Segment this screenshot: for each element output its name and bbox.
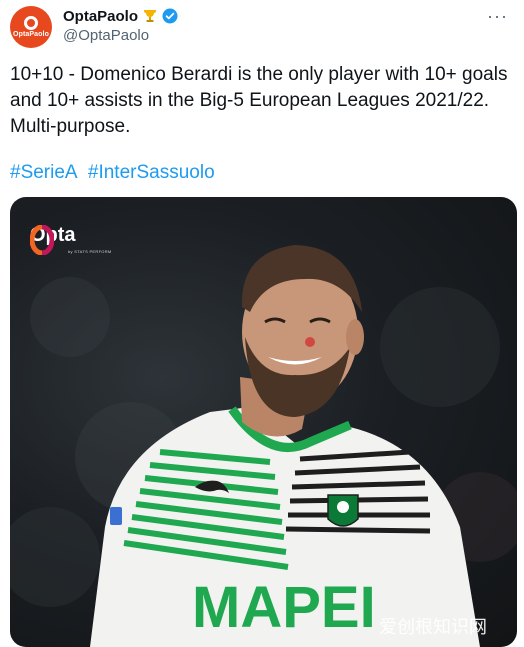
hashtags: #SerieA #InterSassuolo: [10, 160, 220, 186]
player-photo: MAPEI: [10, 245, 517, 647]
verified-badge-icon: [162, 8, 178, 24]
opta-logo: Opta: [30, 225, 76, 255]
opta-logo-icon: [30, 225, 54, 255]
display-name[interactable]: OptaPaolo: [63, 8, 138, 25]
name-row: OptaPaolo: [63, 7, 178, 25]
tweet-header: OptaPaolo OptaPaolo @OptaPaolo ···: [10, 4, 514, 48]
trophy-icon: [144, 10, 157, 22]
tweet-text: 10+10 - Domenico Berardi is the only pla…: [10, 64, 508, 137]
hashtag-serie-a[interactable]: #SerieA: [10, 162, 78, 183]
author-names: OptaPaolo @OptaPaolo: [63, 7, 178, 44]
avatar-label: OptaPaolo: [13, 31, 49, 38]
handle[interactable]: @OptaPaolo: [63, 27, 178, 44]
hashtag-inter-sassuolo[interactable]: #InterSassuolo: [88, 162, 215, 183]
avatar[interactable]: OptaPaolo: [10, 6, 52, 48]
tweet-media-image[interactable]: MAPEI Opta by STATS PERFORM 爱创根知识网: [10, 197, 517, 647]
shirt-sponsor-text: MAPEI: [192, 575, 376, 640]
more-options-icon[interactable]: ···: [487, 6, 508, 27]
opta-logo-subtext: by STATS PERFORM: [68, 249, 112, 254]
opta-avatar-icon: [24, 16, 38, 30]
watermark: 爱创根知识网: [379, 617, 487, 638]
